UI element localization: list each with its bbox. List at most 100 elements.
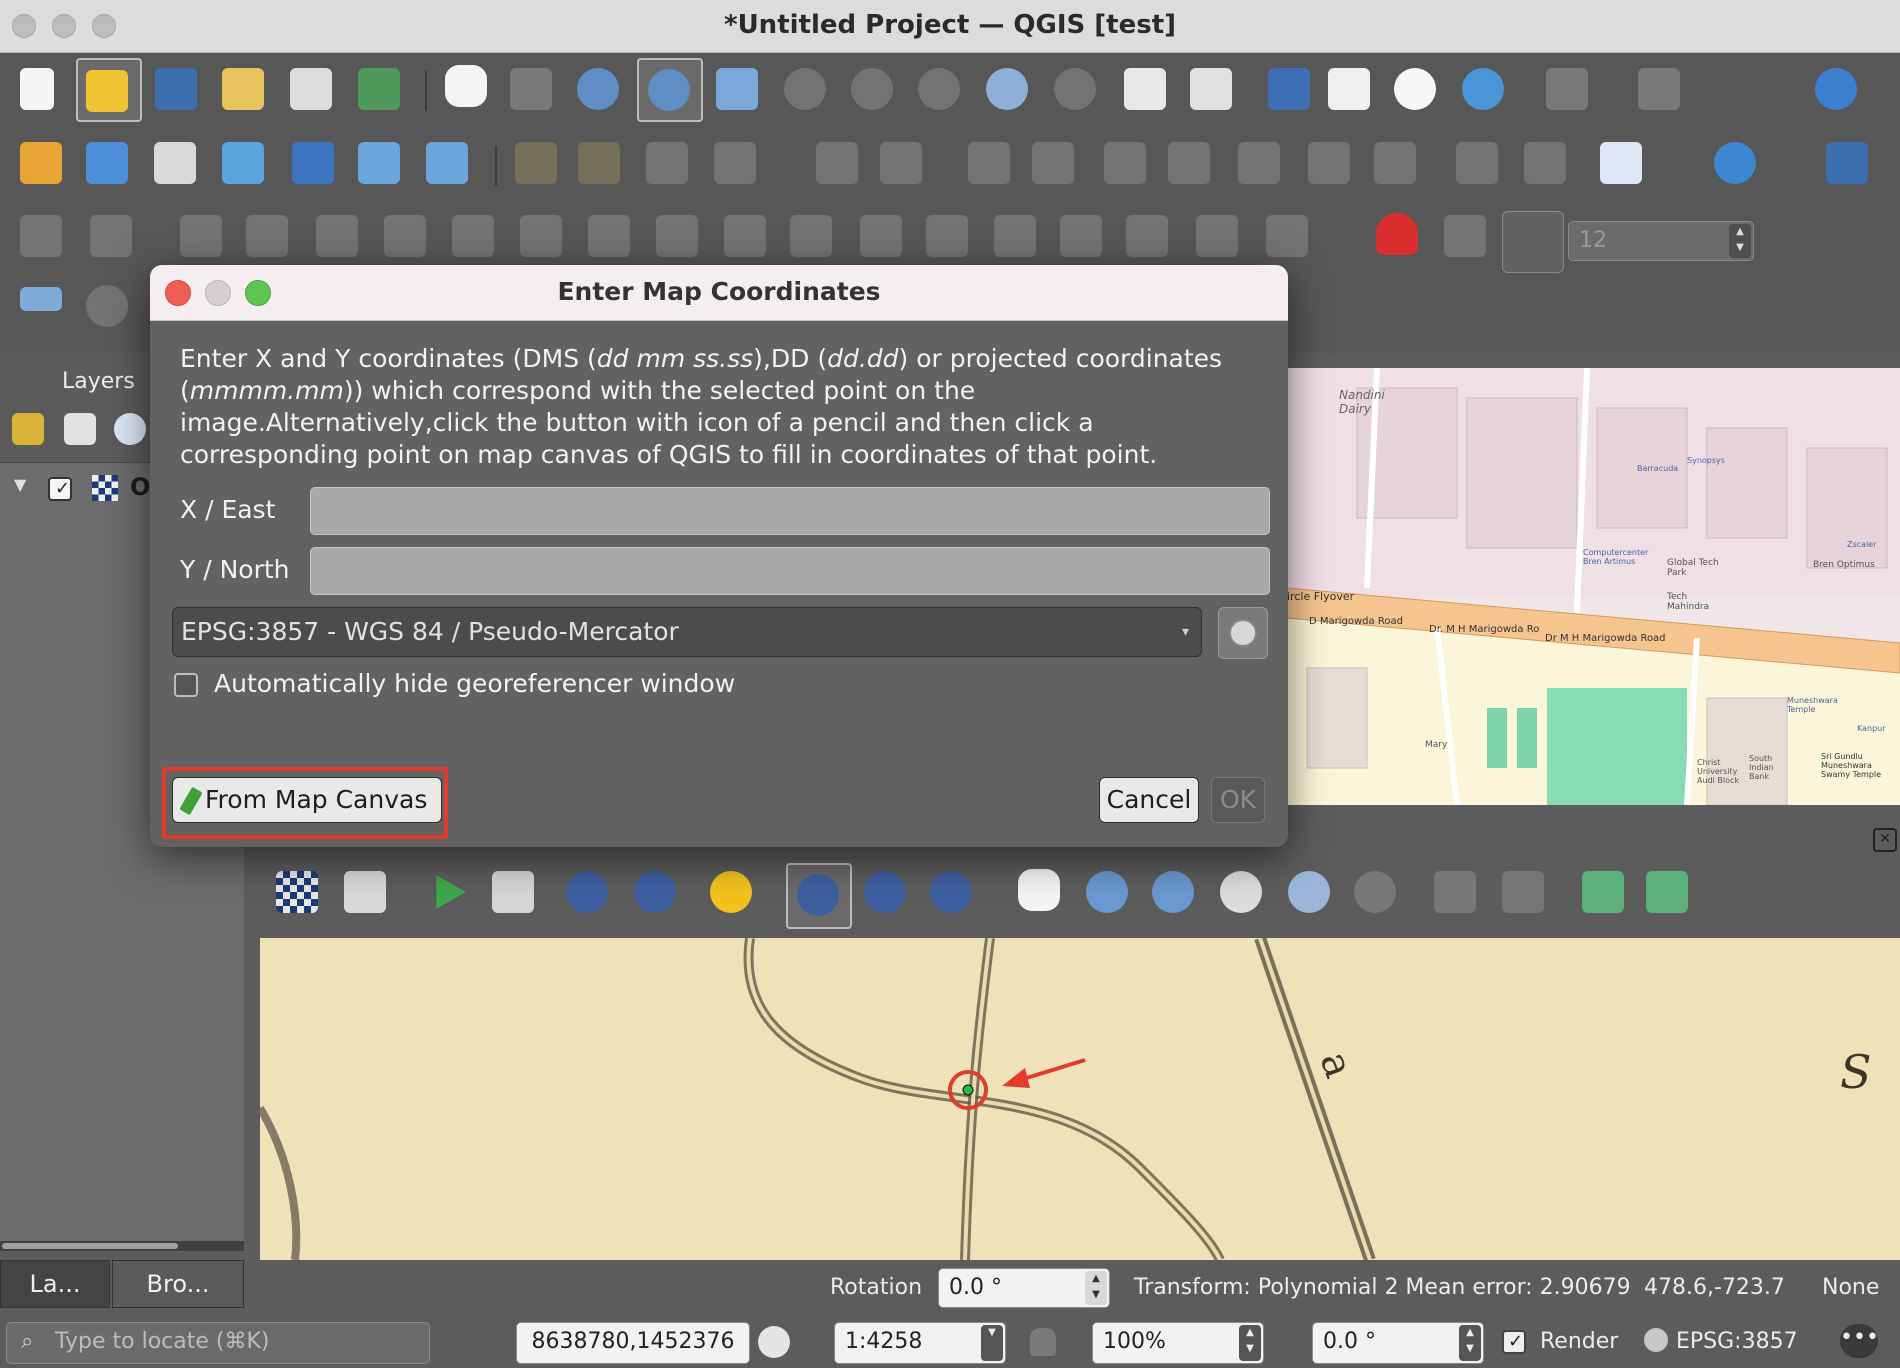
new-project-icon[interactable] [20,68,54,110]
move-gcp-point-icon[interactable] [930,871,972,913]
save-edits-icon[interactable] [646,142,688,184]
generate-gdal-script-icon[interactable] [492,871,534,913]
edit-attributes-icon[interactable] [968,142,1010,184]
reshape-icon[interactable] [520,215,562,257]
split-parts-icon[interactable] [860,215,902,257]
tab-layers[interactable]: La... [0,1260,110,1308]
snapping-magnet-icon[interactable] [1376,213,1418,255]
snapping-tolerance-field[interactable]: 12 ▲ ▼ [1568,221,1754,261]
diagram-options-icon[interactable] [1524,142,1566,184]
layout-manager-icon[interactable] [290,68,332,110]
label-abc-icon[interactable] [1456,142,1498,184]
magnifier-spinner[interactable]: ▲ ▼ [1239,1325,1261,1361]
new-shapefile-layer-icon[interactable] [154,142,196,184]
new-spatialite-layer-icon[interactable] [222,142,264,184]
tolerance-spinner[interactable]: ▲ ▼ [1729,224,1751,258]
map-rotation-field[interactable]: 0.0 ° ▲ ▼ [1312,1322,1484,1364]
crs-globe-icon[interactable] [1644,1328,1668,1352]
auto-hide-checkbox[interactable] [174,673,198,697]
label-tool-icon[interactable] [1600,142,1642,184]
delete-point-icon[interactable] [864,871,906,913]
open-layer-styling-icon[interactable] [12,413,44,445]
y-north-input[interactable] [310,547,1270,595]
georef-rotation-spinner[interactable]: ▲ ▼ [1085,1271,1107,1305]
rotate-feature-icon[interactable] [1266,215,1308,257]
snapping-mode-icon[interactable] [1444,215,1486,257]
data-source-manager-icon[interactable] [20,142,62,184]
show-bookmarks-icon[interactable] [1328,68,1370,110]
layer-visibility-checkbox[interactable]: ✓ [48,477,72,501]
current-edits-icon[interactable] [515,142,557,184]
new-print-layout-icon[interactable] [222,68,264,110]
zoom-last-icon[interactable] [986,68,1028,110]
save-gcp-points-icon[interactable] [634,871,676,913]
fill-ring-icon[interactable] [316,215,358,257]
new-spatial-bookmark-icon[interactable] [1268,68,1310,110]
map-canvas[interactable]: Nandini Dairy ircle Flyover D Marigowda … [1287,368,1900,805]
reverse-line-icon[interactable] [656,215,698,257]
x-east-input[interactable] [310,487,1270,535]
transformation-settings-icon[interactable] [710,871,752,913]
pan-hand-icon[interactable] [445,65,487,107]
layer-name[interactable]: O [130,473,150,501]
zoom-full-icon[interactable] [716,68,758,110]
enable-tracing-icon[interactable] [86,285,128,327]
identify-features-icon[interactable] [1815,68,1857,110]
vertex-tool-icon[interactable] [816,142,858,184]
temporal-controller-icon[interactable] [1394,68,1436,110]
add-wms-layer-icon[interactable] [1714,142,1756,184]
delete-part-icon[interactable] [452,215,494,257]
offset-point-symbols-icon[interactable] [1126,215,1168,257]
expand-arrow-icon[interactable]: ▼ [14,475,26,494]
simplify-icon[interactable] [724,215,766,257]
undo-icon[interactable] [1308,142,1350,184]
open-project-button[interactable] [76,58,142,122]
attribute-table-icon[interactable] [1638,68,1680,110]
cancel-button[interactable]: Cancel [1099,777,1199,823]
project-crs[interactable]: EPSG:3857 [1676,1329,1798,1354]
locator-search-field[interactable]: ⌕ Type to locate (⌘K) [6,1322,430,1364]
new-geopackage-layer-icon[interactable] [86,142,128,184]
modify-attributes-icon[interactable] [880,142,922,184]
coordinate-field[interactable]: 8638780,1452376 [516,1322,750,1364]
link-qgis-to-georef-icon[interactable] [1502,871,1544,913]
style-manager-icon[interactable] [358,68,400,110]
from-map-canvas-button[interactable]: From Map Canvas [172,777,442,823]
add-part-icon[interactable] [246,215,288,257]
toggle-extents-mouse-icon[interactable] [758,1326,790,1358]
rotate-point-symbols-icon[interactable] [1060,215,1102,257]
advanced-digitizing-icon[interactable] [20,287,62,311]
manage-map-themes-eye-icon[interactable] [114,413,146,445]
messages-icon[interactable]: ••• [1840,1324,1879,1358]
trim-extend-icon[interactable] [1196,215,1238,257]
close-georeferencer-icon[interactable]: ✕ [1873,828,1897,852]
georef-rotation-field[interactable]: 0.0 ° ▲ ▼ [938,1268,1110,1308]
scale-field[interactable]: 1:4258 ▼ [834,1322,1006,1364]
zoom-native-icon[interactable] [918,68,960,110]
toggle-editing-icon[interactable] [578,142,620,184]
open-raster-icon[interactable] [276,871,318,913]
measure-icon[interactable] [20,215,62,257]
refresh-icon[interactable] [1462,68,1504,110]
zoom-to-selection-icon[interactable] [784,68,826,110]
pan-to-selection-icon[interactable] [510,68,552,110]
ok-button[interactable]: OK [1211,777,1265,823]
new-temporary-scratch-layer-icon[interactable] [426,142,468,184]
merge-features-icon[interactable] [926,215,968,257]
new-map-view-icon[interactable] [1124,68,1166,110]
cut-features-icon[interactable] [1104,142,1146,184]
georef-zoom-in-icon[interactable] [1086,871,1128,913]
delete-selected-icon[interactable] [1032,142,1074,184]
save-icon[interactable] [155,68,197,110]
add-vector-layer-icon[interactable] [344,871,386,913]
local-histogram-stretch-icon[interactable] [1646,871,1688,913]
zoom-next-icon[interactable] [1054,68,1096,110]
new-3d-map-view-icon[interactable] [1190,68,1232,110]
zoom-to-layer-icon[interactable] [851,68,893,110]
lock-scale-icon[interactable] [1030,1328,1056,1356]
split-features-icon[interactable] [790,215,832,257]
paste-features-icon[interactable] [1238,142,1280,184]
tab-browser[interactable]: Bro... [112,1260,244,1308]
add-ring-icon[interactable] [180,215,222,257]
delete-ring-icon[interactable] [384,215,426,257]
